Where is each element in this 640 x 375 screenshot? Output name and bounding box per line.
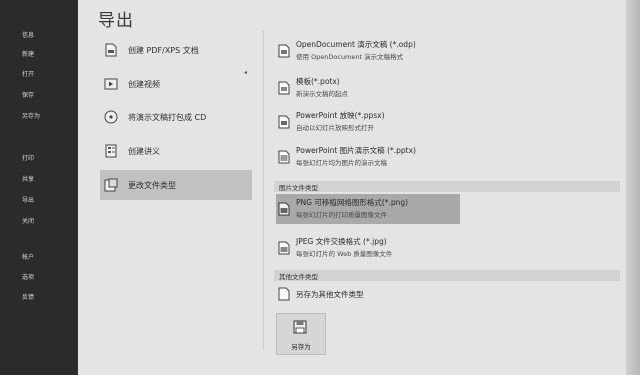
create-pdf-xps-button[interactable]: 创建 PDF/XPS 文档 (100, 35, 252, 65)
package-for-cd-button[interactable]: 将演示文稿打包成 CD (100, 102, 252, 132)
nav-item-save[interactable]: 保存 (22, 90, 34, 99)
backstage-nav: 信息 新建 打开 保存 另存为 打印 共享 导出 关闭 帐户 选项 反馈 (0, 0, 78, 375)
option-png[interactable]: PNG 可移植网络图形格式(*.png) 每张幻灯片的打印质量图像文件 (276, 194, 460, 224)
nav-item-print[interactable]: 打印 (22, 153, 34, 162)
option-title: 模板(*.potx) (296, 77, 340, 86)
section-label: 图片文件类型 (279, 184, 318, 192)
option-picture-pptx[interactable]: PowerPoint 图片演示文稿 (*.pptx) 每张幻灯片均为图片的演示文… (276, 142, 460, 172)
picture-presentation-icon (278, 150, 290, 164)
package-for-cd-label: 将演示文稿打包成 CD (128, 112, 207, 122)
option-save-as-other[interactable]: 另存为其他文件类型 (276, 283, 460, 305)
cd-package-icon (104, 110, 118, 124)
option-desc: 每张幻灯片均为图片的演示文稿 (296, 159, 387, 167)
nav-item-account[interactable]: 帐户 (22, 252, 34, 261)
page-title: 导出 (98, 11, 134, 31)
nav-item-close[interactable]: 关闭 (22, 216, 34, 225)
create-video-button[interactable]: 创建视频 (100, 69, 252, 99)
odp-file-icon (278, 44, 290, 58)
change-file-type-button[interactable]: 更改文件类型 (100, 170, 252, 200)
handout-icon (104, 144, 118, 158)
option-title: JPEG 文件交换格式 (*.jpg) (296, 237, 387, 246)
nav-item-open[interactable]: 打开 (22, 69, 34, 78)
other-file-icon (278, 287, 290, 301)
jpg-file-icon (278, 241, 290, 255)
nav-item-export[interactable]: 导出 (22, 195, 34, 204)
option-desc: 每张幻灯片的 Web 质量图像文件 (296, 250, 393, 258)
create-handouts-button[interactable]: 创建讲义 (100, 136, 252, 166)
option-ppsx[interactable]: PowerPoint 放映(*.ppsx) 自动以幻灯片放映形式打开 (276, 107, 460, 137)
option-desc: 使用 OpenDocument 演示文稿格式 (296, 53, 404, 61)
option-desc: 每张幻灯片的打印质量图像文件 (296, 211, 387, 219)
png-file-icon (278, 202, 290, 216)
option-desc: 新演示文稿的起点 (296, 90, 348, 98)
video-icon (104, 77, 118, 91)
section-label: 其他文件类型 (279, 273, 318, 281)
nav-item-new[interactable]: 新建 (22, 49, 34, 58)
nav-item-save-as[interactable]: 另存为 (22, 111, 40, 120)
backstage-export-view: 信息 新建 打开 保存 另存为 打印 共享 导出 关闭 帐户 选项 反馈 导出 … (0, 0, 640, 375)
scroll-indicator-icon[interactable]: ◂ (244, 69, 247, 76)
pdf-document-icon (104, 43, 118, 57)
option-title: 另存为其他文件类型 (296, 290, 364, 299)
change-file-type-label: 更改文件类型 (128, 180, 176, 190)
section-image-file-types: 图片文件类型 (274, 181, 620, 192)
column-divider (263, 30, 264, 350)
save-as-label: 另存为 (291, 343, 311, 351)
template-file-icon (278, 81, 290, 95)
slideshow-file-icon (278, 115, 290, 129)
page-edge (626, 0, 640, 375)
option-title: PowerPoint 图片演示文稿 (*.pptx) (296, 146, 416, 155)
option-title: PowerPoint 放映(*.ppsx) (296, 111, 385, 120)
section-other-file-types: 其他文件类型 (274, 270, 620, 281)
nav-item-options[interactable]: 选项 (22, 272, 34, 281)
file-type-icon (104, 178, 118, 192)
create-video-label: 创建视频 (128, 79, 160, 89)
save-disk-icon (293, 320, 307, 334)
create-handouts-label: 创建讲义 (128, 146, 160, 156)
nav-item-info[interactable]: 信息 (22, 30, 34, 39)
save-as-button[interactable]: 另存为 (276, 313, 326, 355)
option-title: OpenDocument 演示文稿 (*.odp) (296, 40, 416, 49)
option-desc: 自动以幻灯片放映形式打开 (296, 124, 374, 132)
nav-item-share[interactable]: 共享 (22, 174, 34, 183)
option-jpg[interactable]: JPEG 文件交换格式 (*.jpg) 每张幻灯片的 Web 质量图像文件 (276, 233, 460, 263)
option-title: PNG 可移植网络图形格式(*.png) (296, 198, 409, 207)
option-odp[interactable]: OpenDocument 演示文稿 (*.odp) 使用 OpenDocumen… (276, 36, 460, 66)
option-potx[interactable]: 模板(*.potx) 新演示文稿的起点 (276, 73, 460, 103)
create-pdf-xps-label: 创建 PDF/XPS 文档 (128, 45, 199, 55)
nav-item-feedback[interactable]: 反馈 (22, 292, 34, 301)
